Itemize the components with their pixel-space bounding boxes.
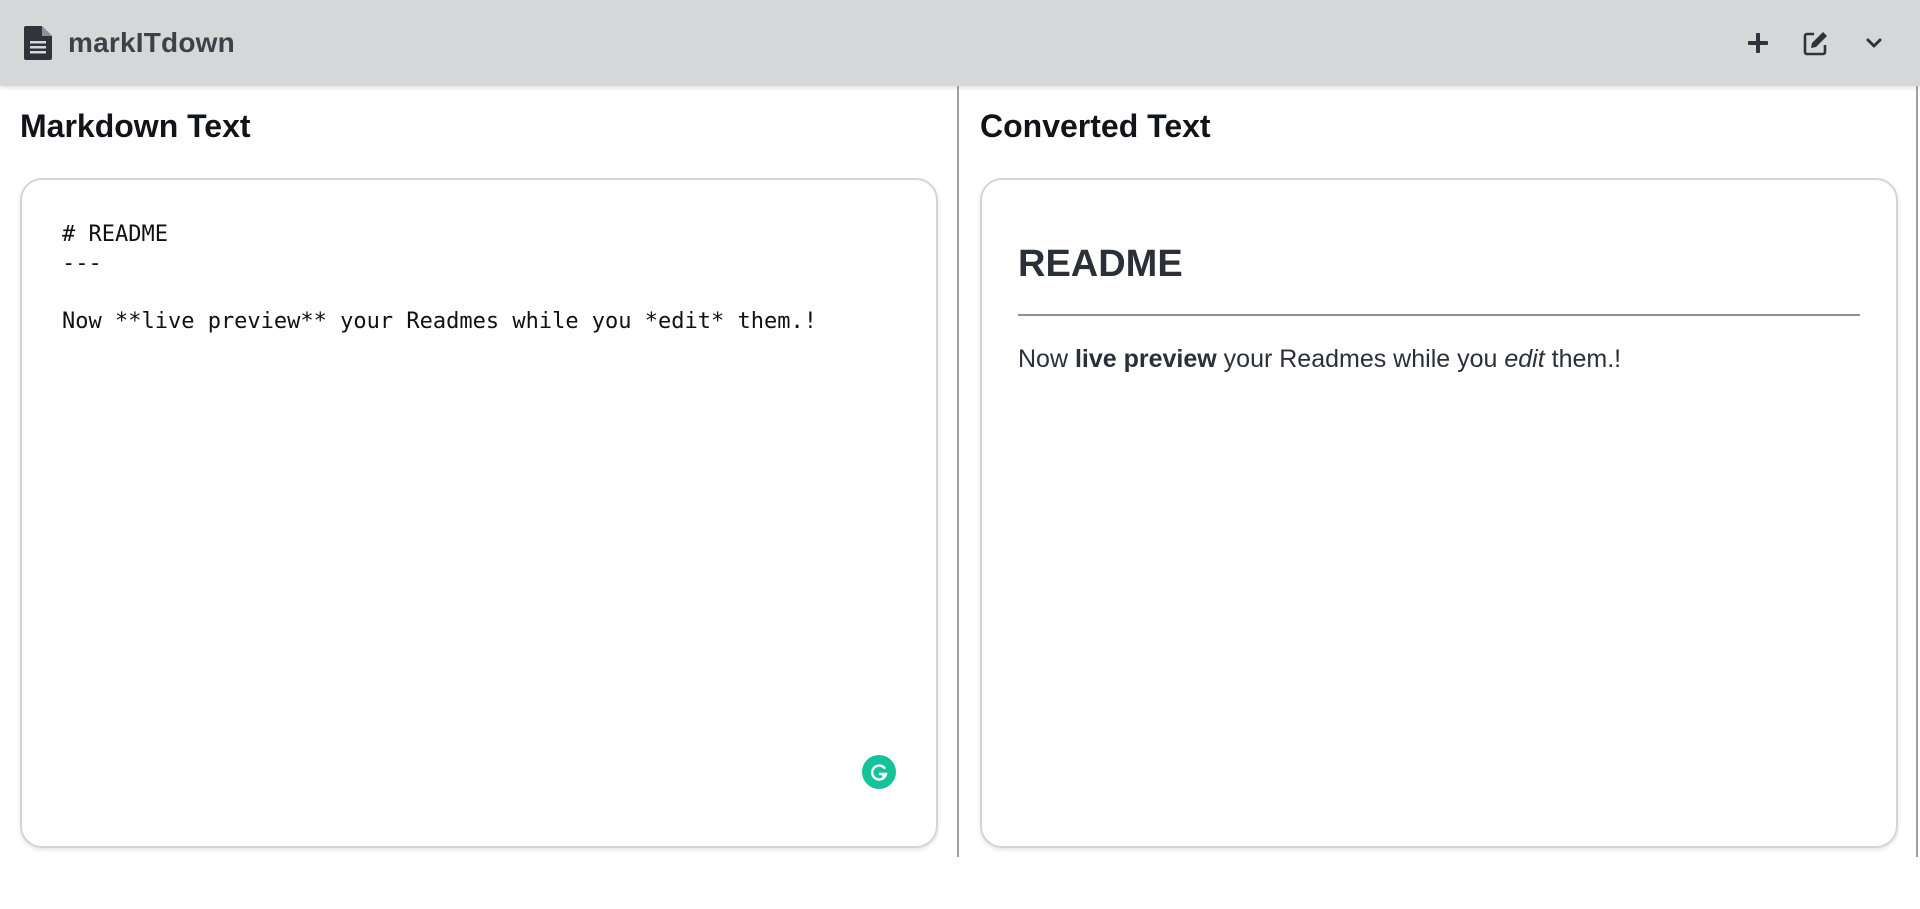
preview-bold-text: live preview	[1074, 345, 1217, 373]
grammarly-glyph	[870, 764, 888, 781]
preview-pane-title: Converted Text	[980, 108, 1211, 144]
header-actions	[1740, 0, 1892, 86]
chevron-down-icon	[1866, 38, 1882, 48]
preview-text-1: Now	[1018, 345, 1075, 373]
edit-button[interactable]	[1798, 25, 1834, 61]
preview-text-3: them.!	[1544, 345, 1622, 373]
brand: markITdown	[24, 26, 235, 60]
pane-divider[interactable]	[957, 86, 959, 857]
preview-paragraph: Now live preview your Readmes while you …	[1018, 342, 1860, 376]
edit-icon	[1803, 32, 1827, 56]
preview-text-2: your Readmes while you	[1216, 345, 1505, 373]
preview-pane: Converted Text README Now live preview y…	[960, 86, 1920, 857]
rendered-preview: README Now live preview your Readmes whi…	[1018, 240, 1860, 376]
preview-card: README Now live preview your Readmes whi…	[980, 178, 1898, 848]
app-header: markITdown	[0, 0, 1920, 86]
markdown-pane: Markdown Text # README --- Now **live pr…	[0, 86, 960, 857]
grammarly-icon[interactable]	[862, 755, 896, 789]
plus-icon	[1748, 33, 1768, 53]
markdown-pane-title: Markdown Text	[20, 108, 251, 144]
menu-dropdown-button[interactable]	[1856, 25, 1892, 61]
app-title: markITdown	[68, 27, 235, 58]
document-icon	[24, 26, 52, 60]
preview-italic-text: edit	[1504, 345, 1545, 373]
markdown-editor-card[interactable]: # README --- Now **live preview** your R…	[20, 178, 938, 848]
new-document-button[interactable]	[1740, 25, 1776, 61]
markdown-editor[interactable]: # README --- Now **live preview** your R…	[62, 220, 896, 336]
preview-heading: README	[1018, 240, 1860, 316]
